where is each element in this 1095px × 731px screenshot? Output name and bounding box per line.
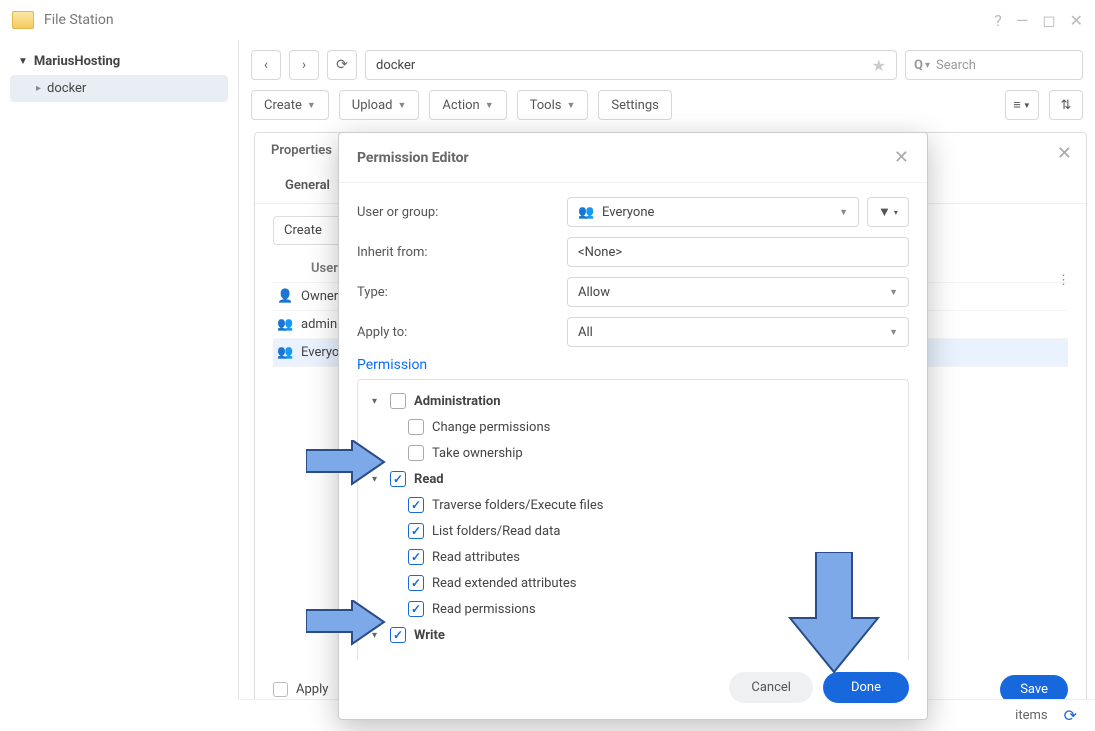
lbl-inherit: Inherit from:: [357, 245, 567, 260]
type-select[interactable]: Allow▼: [567, 277, 909, 307]
tree-root[interactable]: ▼ MariusHosting: [10, 48, 228, 75]
permission-label: Take ownership: [432, 446, 523, 461]
chevron-down-icon: ▼: [839, 207, 848, 218]
annotation-arrow-read: [306, 440, 386, 490]
apply-checkbox[interactable]: Apply: [273, 682, 328, 697]
permission-checkbox[interactable]: [408, 549, 424, 565]
permission-label: Read attributes: [432, 550, 520, 565]
permission-section-title: Permission: [357, 357, 909, 373]
more-icon[interactable]: ⋮: [1057, 273, 1070, 288]
tree-item-label: docker: [47, 81, 86, 96]
sort-button[interactable]: ⇅: [1049, 90, 1083, 120]
search-icon: Q: [914, 58, 923, 73]
folder-tree-sidebar: ▼ MariusHosting ▸ docker: [0, 40, 238, 731]
user-icon: 👤: [277, 289, 293, 304]
permission-editor-title: Permission Editor: [357, 150, 469, 166]
caret-right-icon: ▸: [36, 83, 41, 94]
annotation-arrow-write: [306, 600, 386, 650]
chevron-down-icon: ▼: [889, 287, 898, 298]
lbl-type: Type:: [357, 285, 567, 300]
permission-item[interactable]: List folders/Read data: [368, 518, 898, 544]
permission-label: List folders/Read data: [432, 524, 560, 539]
upload-button[interactable]: Upload▼: [339, 90, 420, 120]
nav-back-button[interactable]: ‹: [251, 50, 281, 80]
permission-item[interactable]: ▾Read: [368, 466, 898, 492]
status-refresh-icon[interactable]: ⟳: [1064, 706, 1077, 725]
action-button[interactable]: Action▼: [429, 90, 506, 120]
permission-checkbox[interactable]: [408, 419, 424, 435]
app-title: File Station: [44, 12, 980, 28]
close-icon[interactable]: ✕: [1070, 11, 1083, 30]
permission-label: Traverse folders/Execute files: [432, 498, 603, 513]
permission-checkbox[interactable]: [390, 471, 406, 487]
search-input[interactable]: Q▾ Search: [905, 50, 1083, 80]
permission-item[interactable]: Take ownership: [368, 440, 898, 466]
permission-label: Read: [414, 472, 444, 487]
tools-button[interactable]: Tools▼: [517, 90, 589, 120]
tree-root-label: MariusHosting: [34, 54, 120, 69]
group-icon: 👥: [578, 205, 594, 220]
permission-item[interactable]: Traverse folders/Execute files: [368, 492, 898, 518]
permission-label: Read extended attributes: [432, 576, 576, 591]
caret-down-icon: ▼: [18, 56, 28, 67]
permission-item[interactable]: ▾ Administration: [368, 388, 898, 414]
status-items: items: [1015, 708, 1047, 723]
col-header-user: User: [311, 261, 338, 276]
tree-item-docker[interactable]: ▸ docker: [10, 75, 228, 102]
permission-checkbox[interactable]: [408, 575, 424, 591]
done-button[interactable]: Done: [823, 672, 909, 703]
lbl-apply-to: Apply to:: [357, 325, 567, 340]
permission-item[interactable]: Change permissions: [368, 414, 898, 440]
permission-checkbox[interactable]: [408, 497, 424, 513]
window-titlebar: File Station ? — ◻ ✕: [0, 0, 1095, 40]
group-icon: 👥: [277, 317, 293, 332]
user-group-select[interactable]: 👥Everyone ▼: [567, 197, 859, 227]
minimize-icon[interactable]: —: [1016, 11, 1029, 30]
chevron-down-icon[interactable]: ▾: [372, 396, 382, 407]
action-toolbar: Create▼ Upload▼ Action▼ Tools▼ Settings …: [239, 86, 1095, 130]
nav-toolbar: ‹ › ⟳ docker ★ Q▾ Search: [239, 40, 1095, 86]
lbl-user-group: User or group:: [357, 205, 567, 220]
view-list-button[interactable]: ≡ ▼: [1005, 90, 1039, 120]
help-icon[interactable]: ?: [994, 11, 1002, 30]
nav-forward-button[interactable]: ›: [289, 50, 319, 80]
permission-label: Change permissions: [432, 420, 550, 435]
cancel-button[interactable]: Cancel: [729, 672, 813, 703]
maximize-icon[interactable]: ◻: [1042, 11, 1055, 30]
permission-checkbox[interactable]: [390, 393, 406, 409]
permission-label: Administration: [414, 394, 501, 409]
create-button[interactable]: Create▼: [251, 90, 329, 120]
properties-close-icon[interactable]: ✕: [1057, 143, 1072, 164]
permission-label: Write: [414, 628, 445, 643]
path-text: docker: [376, 58, 415, 73]
permission-checkbox[interactable]: [408, 601, 424, 617]
permission-editor-close-icon[interactable]: ✕: [894, 147, 909, 168]
search-placeholder: Search: [936, 58, 976, 73]
favorite-icon[interactable]: ★: [872, 56, 886, 75]
app-folder-icon: [12, 11, 34, 29]
path-input[interactable]: docker ★: [365, 50, 897, 80]
inherit-field: <None>: [567, 237, 909, 267]
annotation-arrow-done: [784, 552, 884, 674]
permission-checkbox[interactable]: [408, 523, 424, 539]
group-icon: 👥: [277, 345, 293, 360]
chevron-down-icon: ▼: [889, 327, 898, 338]
nav-refresh-button[interactable]: ⟳: [327, 50, 357, 80]
filter-icon: ▼: [878, 204, 891, 220]
settings-button[interactable]: Settings: [598, 90, 671, 120]
permission-checkbox[interactable]: [390, 627, 406, 643]
apply-to-select[interactable]: All▼: [567, 317, 909, 347]
permission-checkbox[interactable]: [408, 445, 424, 461]
properties-tab-general[interactable]: General: [271, 168, 344, 203]
filter-button[interactable]: ▼▾: [867, 197, 909, 227]
permission-label: Read permissions: [432, 602, 536, 617]
